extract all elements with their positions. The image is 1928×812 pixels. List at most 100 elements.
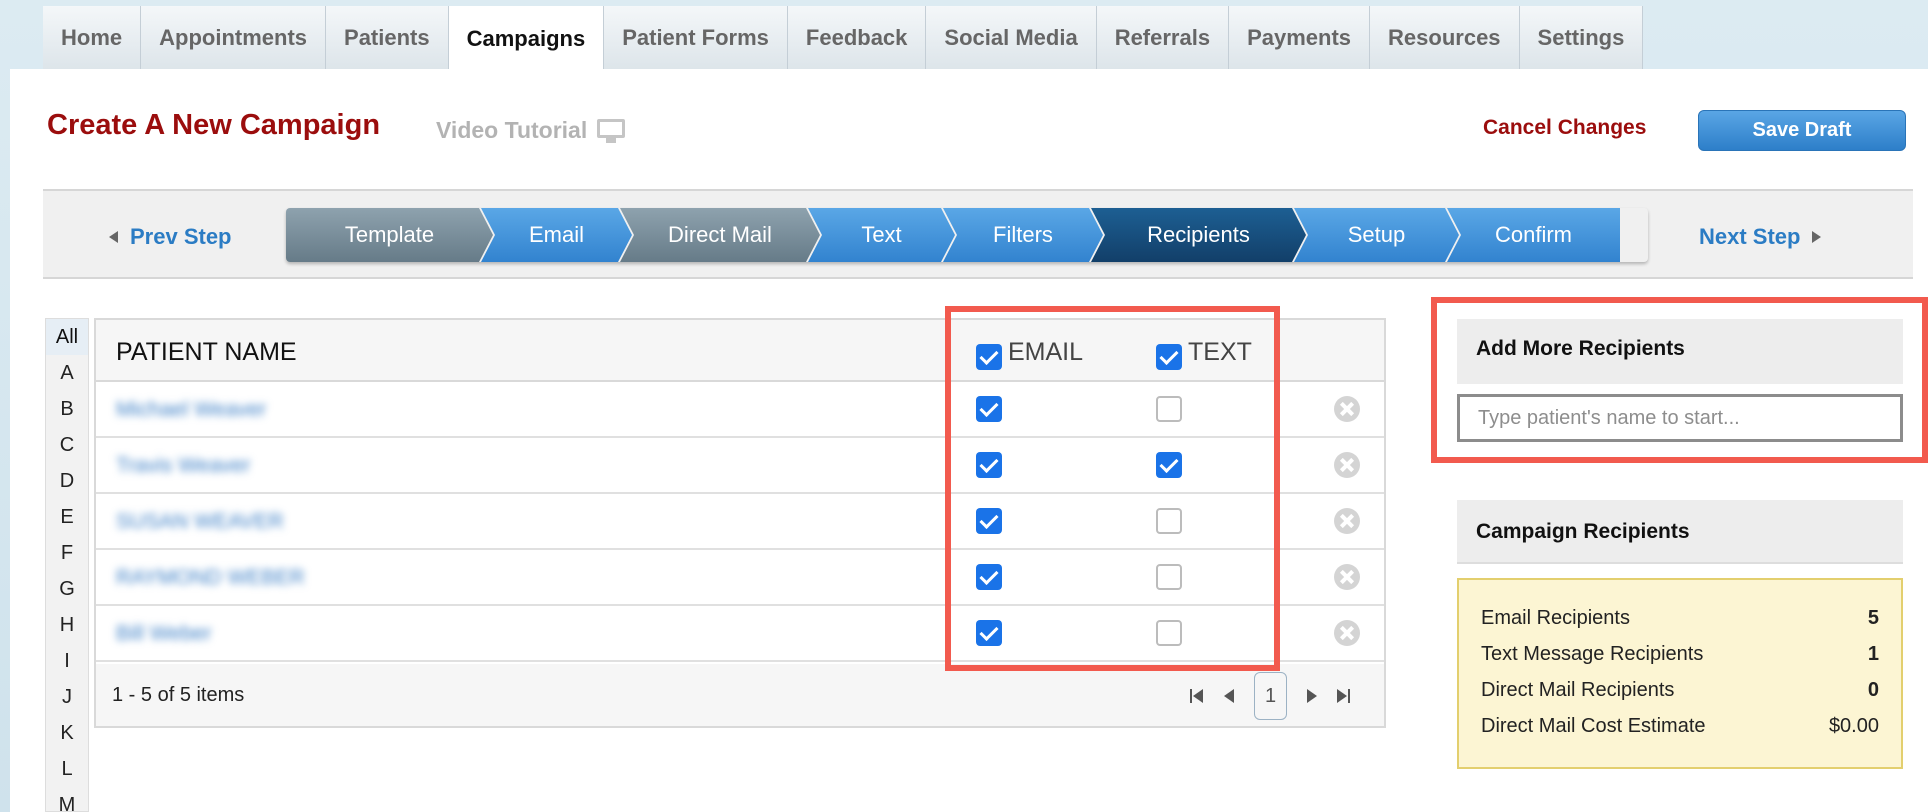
tab-feedback[interactable]: Feedback: [787, 6, 927, 69]
patient-name[interactable]: Michael Weaver: [116, 398, 266, 422]
remove-icon[interactable]: [1334, 508, 1360, 534]
summary-row-direct-mail: Direct Mail Recipients 0: [1481, 679, 1879, 715]
main-nav-tabs: Home Appointments Patients Campaigns Pat…: [43, 6, 1644, 72]
monitor-icon: [597, 118, 626, 143]
page-number-button[interactable]: 1: [1254, 672, 1287, 720]
table-row: Bill Weber: [96, 606, 1384, 662]
next-step-label: Next Step: [1699, 224, 1801, 249]
summary-label: Email Recipients: [1481, 607, 1630, 629]
summary-row-cost: Direct Mail Cost Estimate $0.00: [1481, 715, 1879, 751]
alpha-filter-d[interactable]: D: [46, 463, 88, 499]
alpha-filter-h[interactable]: H: [46, 607, 88, 643]
email-checkbox[interactable]: [976, 452, 1002, 478]
tab-patients[interactable]: Patients: [326, 6, 449, 69]
summary-value: 5: [1867, 607, 1879, 629]
patient-name[interactable]: Bill Weber: [116, 622, 211, 646]
next-step-button[interactable]: Next Step: [1699, 224, 1822, 250]
email-checkbox[interactable]: [976, 564, 1002, 590]
alpha-filter-l[interactable]: L: [46, 751, 88, 787]
step-confirm[interactable]: Confirm: [1447, 208, 1620, 262]
summary-label: Direct Mail Cost Estimate: [1481, 715, 1706, 737]
cancel-changes-link[interactable]: Cancel Changes: [1483, 116, 1646, 140]
alpha-filter-i[interactable]: I: [46, 643, 88, 679]
email-checkbox[interactable]: [976, 396, 1002, 422]
campaign-recipients-summary: Email Recipients 5 Text Message Recipien…: [1457, 578, 1903, 769]
prev-page-icon[interactable]: [1222, 689, 1236, 703]
next-page-icon[interactable]: [1305, 689, 1319, 703]
remove-icon[interactable]: [1334, 564, 1360, 590]
alpha-filter-g[interactable]: G: [46, 571, 88, 607]
alpha-filter-m[interactable]: M: [46, 787, 88, 811]
email-checkbox[interactable]: [976, 508, 1002, 534]
add-more-recipients-heading: Add More Recipients: [1457, 319, 1903, 384]
remove-icon[interactable]: [1334, 396, 1360, 422]
save-draft-button[interactable]: Save Draft: [1698, 110, 1906, 151]
column-header-text: TEXT: [1156, 338, 1252, 370]
step-template[interactable]: Template: [286, 208, 493, 262]
summary-value: 1: [1867, 643, 1879, 665]
grid-footer: 1 - 5 of 5 items 1: [96, 664, 1384, 726]
grid-header: PATIENT NAME EMAIL TEXT: [96, 320, 1384, 382]
alphabet-filter: All A B C D E F G H I J K L M: [45, 318, 89, 812]
remove-icon[interactable]: [1334, 620, 1360, 646]
patient-search-input[interactable]: [1457, 394, 1903, 442]
alpha-filter-b[interactable]: B: [46, 391, 88, 427]
alpha-filter-e[interactable]: E: [46, 499, 88, 535]
alpha-filter-c[interactable]: C: [46, 427, 88, 463]
campaign-recipients-heading: Campaign Recipients: [1457, 500, 1903, 564]
alpha-filter-j[interactable]: J: [46, 679, 88, 715]
alpha-filter-f[interactable]: F: [46, 535, 88, 571]
select-all-email-checkbox[interactable]: [976, 343, 1002, 370]
table-row: RAYMOND WEBER: [96, 550, 1384, 606]
arrow-left-icon: [109, 231, 118, 243]
summary-value: $0.00: [1828, 715, 1879, 737]
text-checkbox[interactable]: [1156, 508, 1182, 534]
step-setup[interactable]: Setup: [1294, 208, 1459, 262]
tab-patient-forms[interactable]: Patient Forms: [604, 6, 788, 69]
step-recipients[interactable]: Recipients: [1091, 208, 1306, 262]
page-title: Create A New Campaign: [47, 109, 381, 141]
prev-step-button[interactable]: Prev Step: [109, 224, 232, 250]
alpha-filter-a[interactable]: A: [46, 355, 88, 391]
summary-label: Direct Mail Recipients: [1481, 679, 1675, 701]
tab-referrals[interactable]: Referrals: [1096, 6, 1230, 69]
video-tutorial-link[interactable]: Video Tutorial: [436, 117, 626, 144]
wizard-steps: Template Email Direct Mail Text Filters …: [286, 208, 1648, 262]
alpha-filter-k[interactable]: K: [46, 715, 88, 751]
patient-name[interactable]: SUSAN WEAVER: [116, 510, 284, 534]
alpha-filter-all[interactable]: All: [46, 319, 88, 355]
column-header-patient-name: PATIENT NAME: [116, 338, 297, 366]
tab-social-media[interactable]: Social Media: [926, 6, 1097, 69]
pagination: 1: [1190, 672, 1351, 720]
table-row: SUSAN WEAVER: [96, 494, 1384, 550]
first-page-icon[interactable]: [1190, 689, 1204, 703]
tab-resources[interactable]: Resources: [1370, 6, 1520, 69]
text-checkbox[interactable]: [1156, 620, 1182, 646]
recipients-grid: PATIENT NAME EMAIL TEXT Michael Weaver Tr…: [94, 318, 1386, 728]
arrow-right-icon: [1812, 231, 1822, 243]
remove-icon[interactable]: [1334, 452, 1360, 478]
select-all-text-checkbox[interactable]: [1156, 343, 1182, 370]
tab-campaigns[interactable]: Campaigns: [448, 6, 605, 72]
tab-home[interactable]: Home: [43, 6, 142, 69]
pagination-info: 1 - 5 of 5 items: [112, 684, 245, 706]
email-checkbox[interactable]: [976, 620, 1002, 646]
step-direct-mail[interactable]: Direct Mail: [620, 208, 820, 262]
step-email[interactable]: Email: [481, 208, 632, 262]
last-page-icon[interactable]: [1337, 689, 1351, 703]
table-row: Travis Weaver: [96, 438, 1384, 494]
wizard-step-bar: Prev Step Template Email Direct Mail Tex…: [43, 189, 1913, 279]
patient-name[interactable]: RAYMOND WEBER: [116, 566, 305, 590]
text-checkbox[interactable]: [1156, 396, 1182, 422]
tab-appointments[interactable]: Appointments: [141, 6, 327, 69]
tab-settings[interactable]: Settings: [1519, 6, 1644, 69]
summary-row-email: Email Recipients 5: [1481, 607, 1879, 643]
step-text[interactable]: Text: [808, 208, 955, 262]
text-checkbox[interactable]: [1156, 564, 1182, 590]
step-filters[interactable]: Filters: [943, 208, 1103, 262]
patient-name[interactable]: Travis Weaver: [116, 454, 250, 478]
tab-payments[interactable]: Payments: [1229, 6, 1371, 69]
text-checkbox[interactable]: [1156, 452, 1182, 478]
column-header-email: EMAIL: [976, 338, 1083, 370]
summary-row-text: Text Message Recipients 1: [1481, 643, 1879, 679]
